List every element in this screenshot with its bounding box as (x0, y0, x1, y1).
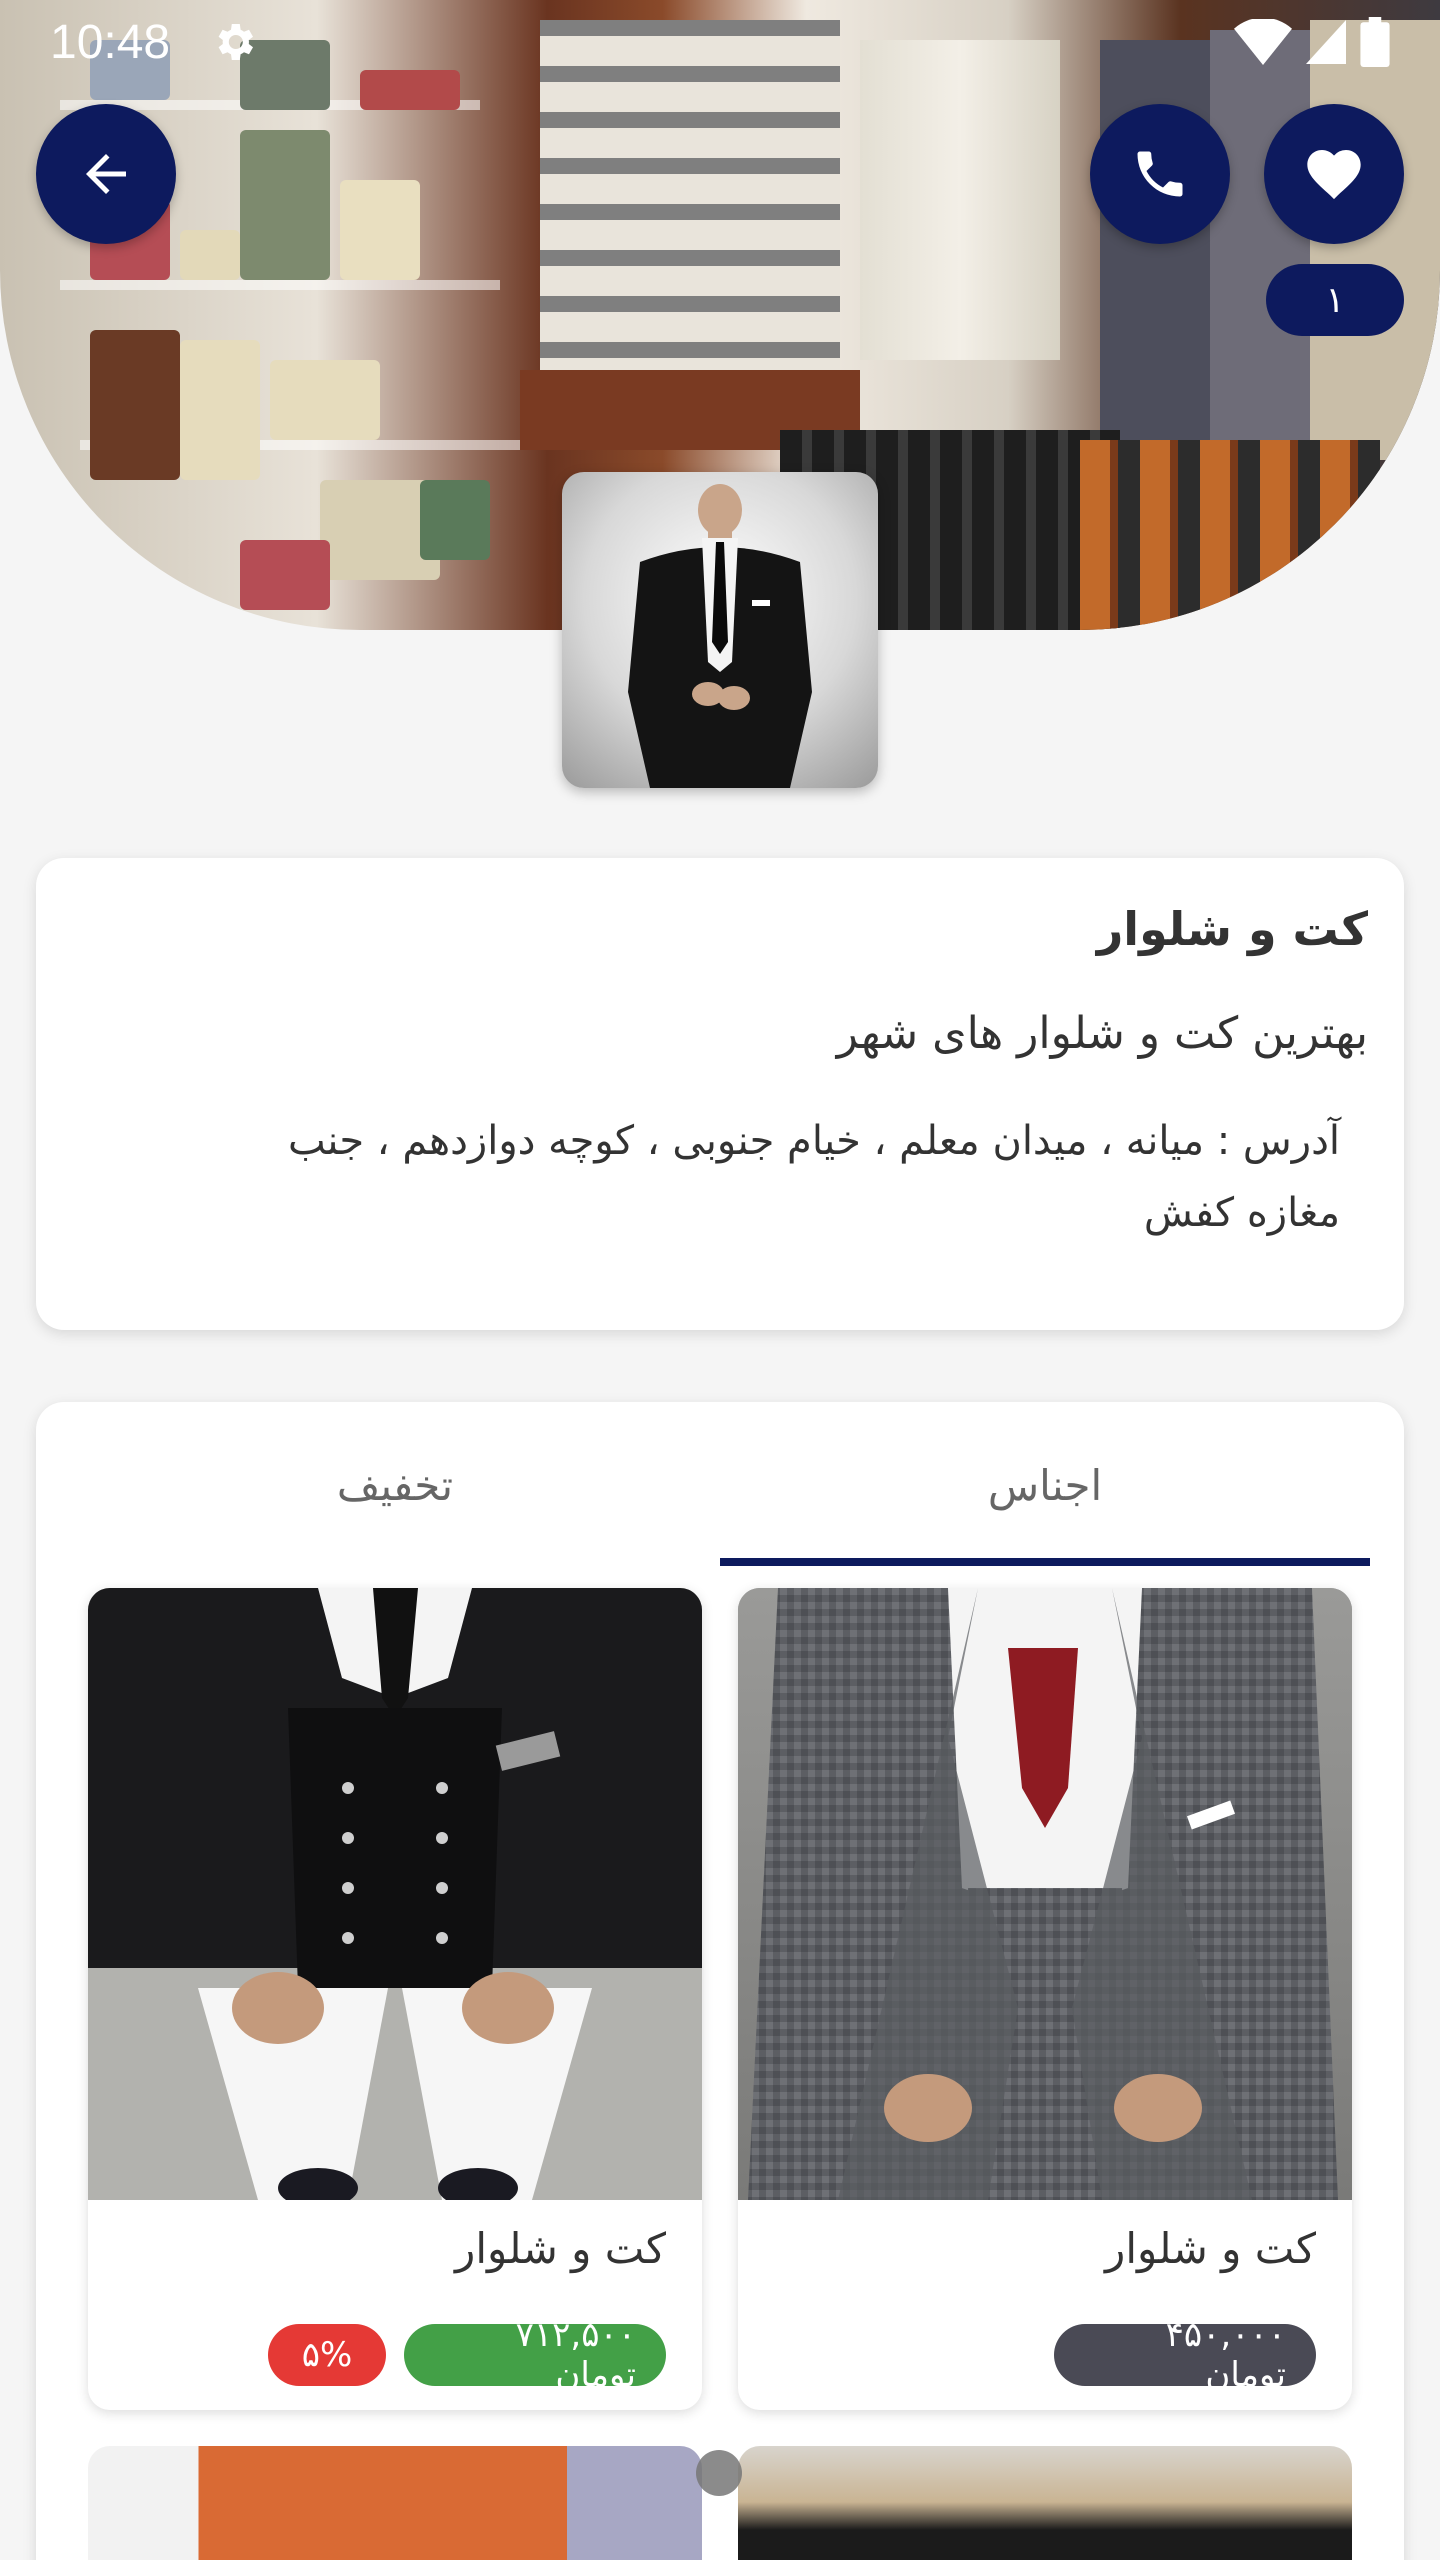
shop-logo (562, 472, 878, 788)
shop-slogan: بهترین کت و شلوار های شهر (836, 1008, 1368, 1059)
favorite-count-badge: ۱ (1266, 264, 1404, 336)
scroll-indicator (696, 2450, 742, 2496)
product-image (88, 1588, 702, 2200)
product-card-partial[interactable] (88, 2446, 702, 2560)
tab-products[interactable]: اجناس (720, 1402, 1370, 1568)
battery-icon (1360, 17, 1390, 67)
favorite-button[interactable] (1264, 104, 1404, 244)
wifi-icon (1234, 19, 1292, 65)
products-panel: اجناس تخفیف کت و شلوار ۴۵۰,۰۰۰ تومان کت … (36, 1402, 1404, 2560)
status-bar: 10:48 (0, 0, 1440, 84)
shop-title: کت و شلوار (1096, 902, 1368, 956)
status-time: 10:48 (50, 15, 171, 69)
signal-icon (1306, 20, 1346, 64)
settings-icon (218, 24, 254, 60)
back-arrow-icon (86, 154, 126, 194)
shop-info-card: کت و شلوار بهترین کت و شلوار های شهر آدر… (36, 858, 1404, 1330)
active-tab-indicator (720, 1558, 1370, 1566)
product-card[interactable]: کت و شلوار ۷۱۲,۵۰۰ تومان ۵% (88, 1588, 702, 2410)
product-image (738, 1588, 1352, 2200)
price-badge: ۴۵۰,۰۰۰ تومان (1054, 2315, 1316, 2395)
product-name: کت و شلوار (1105, 2224, 1316, 2273)
shop-address: آدرس : میانه ، میدان معلم ، خیام جنوبی ،… (287, 1118, 1340, 1236)
discount-badge: ۵% (268, 2324, 386, 2386)
price-badge: ۷۱۲,۵۰۰ تومان (404, 2315, 666, 2395)
suit-logo-image (628, 484, 812, 788)
heart-icon (1307, 150, 1361, 200)
tab-discounts[interactable]: تخفیف (70, 1402, 720, 1568)
phone-icon (1137, 151, 1183, 197)
product-card-partial[interactable] (738, 2446, 1352, 2560)
back-button[interactable] (36, 104, 176, 244)
product-name: کت و شلوار (455, 2224, 666, 2273)
call-button[interactable] (1090, 104, 1230, 244)
product-card[interactable]: کت و شلوار ۴۵۰,۰۰۰ تومان (738, 1588, 1352, 2410)
